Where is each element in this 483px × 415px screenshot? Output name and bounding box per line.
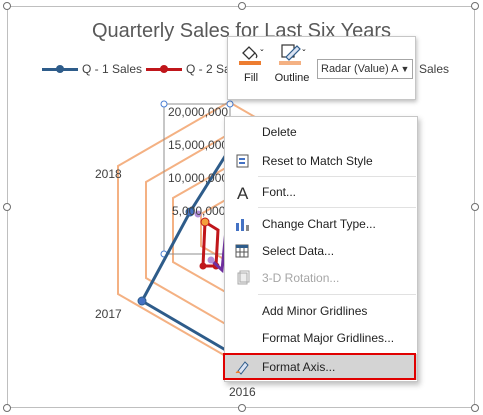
axis-tick-label: 15,000,000 bbox=[168, 138, 229, 152]
highlight-annotation-box bbox=[223, 353, 416, 380]
font-icon: A bbox=[237, 184, 249, 200]
menu-item-label: 3-D Rotation... bbox=[262, 271, 340, 285]
menu-item-3d-rotation: 3-D Rotation... bbox=[225, 265, 417, 291]
svg-text:⌄: ⌄ bbox=[259, 45, 265, 53]
outline-button[interactable]: ⌄ Outline bbox=[272, 43, 312, 84]
paint-bucket-icon: ⌄ bbox=[239, 45, 265, 65]
menu-item-label: Reset to Match Style bbox=[262, 154, 373, 168]
menu-separator bbox=[258, 207, 416, 208]
series-q3-point bbox=[207, 256, 215, 264]
series-q2-point bbox=[199, 262, 207, 270]
outline-label: Outline bbox=[274, 72, 310, 84]
menu-item-change-chart-type[interactable]: Change Chart Type... bbox=[225, 211, 417, 237]
menu-item-label: Select Data... bbox=[262, 244, 335, 258]
rotation-icon bbox=[237, 270, 250, 285]
series-q1-point bbox=[137, 296, 147, 306]
category-label: 2017 bbox=[95, 307, 122, 321]
context-menu: Delete Reset to Match Style A Font... Ch… bbox=[224, 116, 418, 382]
menu-item-label: Font... bbox=[262, 185, 297, 199]
menu-item-select-data[interactable]: Select Data... bbox=[225, 238, 417, 264]
chart-type-icon bbox=[236, 219, 249, 231]
menu-separator bbox=[258, 294, 416, 295]
chart-element-selector-value: Radar (Value) A bbox=[321, 63, 399, 75]
menu-separator bbox=[258, 176, 416, 177]
series-q2-point bbox=[200, 217, 210, 227]
svg-text:A: A bbox=[237, 184, 249, 200]
axis-tick-label: 10,000,000 bbox=[168, 171, 229, 185]
menu-item-font[interactable]: A Font... bbox=[225, 179, 417, 205]
chart-element-selector[interactable]: Radar (Value) A ▼ bbox=[317, 59, 413, 79]
chevron-down-icon: ▼ bbox=[400, 64, 410, 74]
axis-tick-label: 20,000,000 bbox=[168, 105, 229, 119]
axis-tick-label: 5,000,000 bbox=[172, 204, 226, 218]
svg-text:⌄: ⌄ bbox=[301, 45, 307, 53]
select-data-icon bbox=[235, 244, 249, 258]
reset-style-icon bbox=[236, 154, 249, 168]
menu-item-reset-to-match-style[interactable]: Reset to Match Style bbox=[225, 148, 417, 174]
pen-outline-icon: ⌄ bbox=[279, 44, 307, 65]
category-label: 2016 bbox=[229, 385, 256, 399]
menu-item-add-minor-gridlines[interactable]: Add Minor Gridlines bbox=[225, 298, 417, 324]
menu-item-label: Delete bbox=[262, 125, 297, 139]
mini-toolbar: ⌄ Fill ⌄ Outline Radar (Value) A ▼ bbox=[227, 36, 416, 100]
fill-button[interactable]: ⌄ Fill bbox=[234, 43, 268, 84]
fill-label: Fill bbox=[243, 72, 259, 84]
menu-item-label: Change Chart Type... bbox=[262, 217, 376, 231]
menu-item-format-major-gridlines[interactable]: Format Major Gridlines... bbox=[225, 325, 417, 351]
category-label: 2018 bbox=[95, 167, 122, 181]
menu-item-delete[interactable]: Delete bbox=[225, 119, 417, 145]
menu-item-label: Format Major Gridlines... bbox=[262, 331, 395, 345]
menu-item-label: Add Minor Gridlines bbox=[262, 304, 368, 318]
